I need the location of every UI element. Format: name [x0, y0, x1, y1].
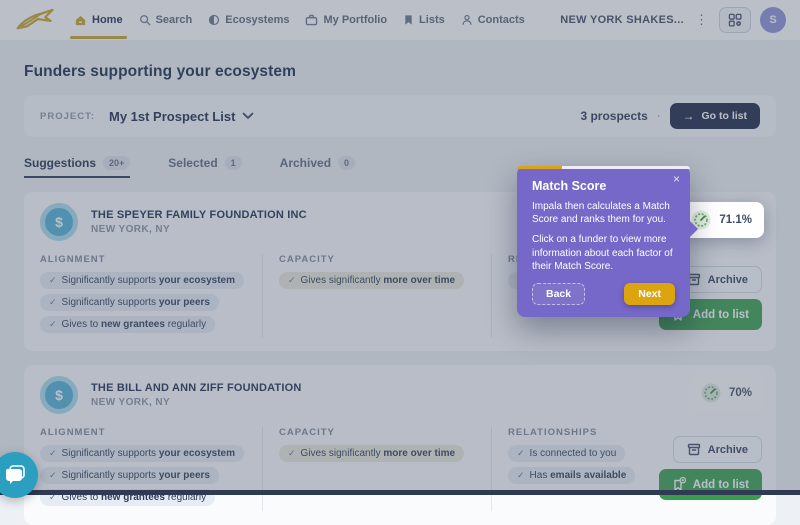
tour-progress-bar	[517, 166, 690, 169]
tooltip-title: Match Score	[532, 179, 675, 193]
match-score-value: 71.1%	[719, 214, 752, 226]
back-button[interactable]: Back	[532, 283, 585, 305]
tooltip-buttons: Back Next	[532, 283, 675, 305]
next-button[interactable]: Next	[624, 283, 675, 305]
tour-progress-fill	[517, 166, 562, 169]
close-icon[interactable]: ×	[673, 172, 680, 186]
tooltip-paragraph: Click on a funder to view more informati…	[532, 233, 675, 273]
tooltip-paragraph: Impala then calculates a Match Score and…	[532, 200, 675, 226]
tour-tooltip: × Match Score Impala then calculates a M…	[517, 166, 690, 317]
chat-bubble-icon	[4, 465, 26, 485]
